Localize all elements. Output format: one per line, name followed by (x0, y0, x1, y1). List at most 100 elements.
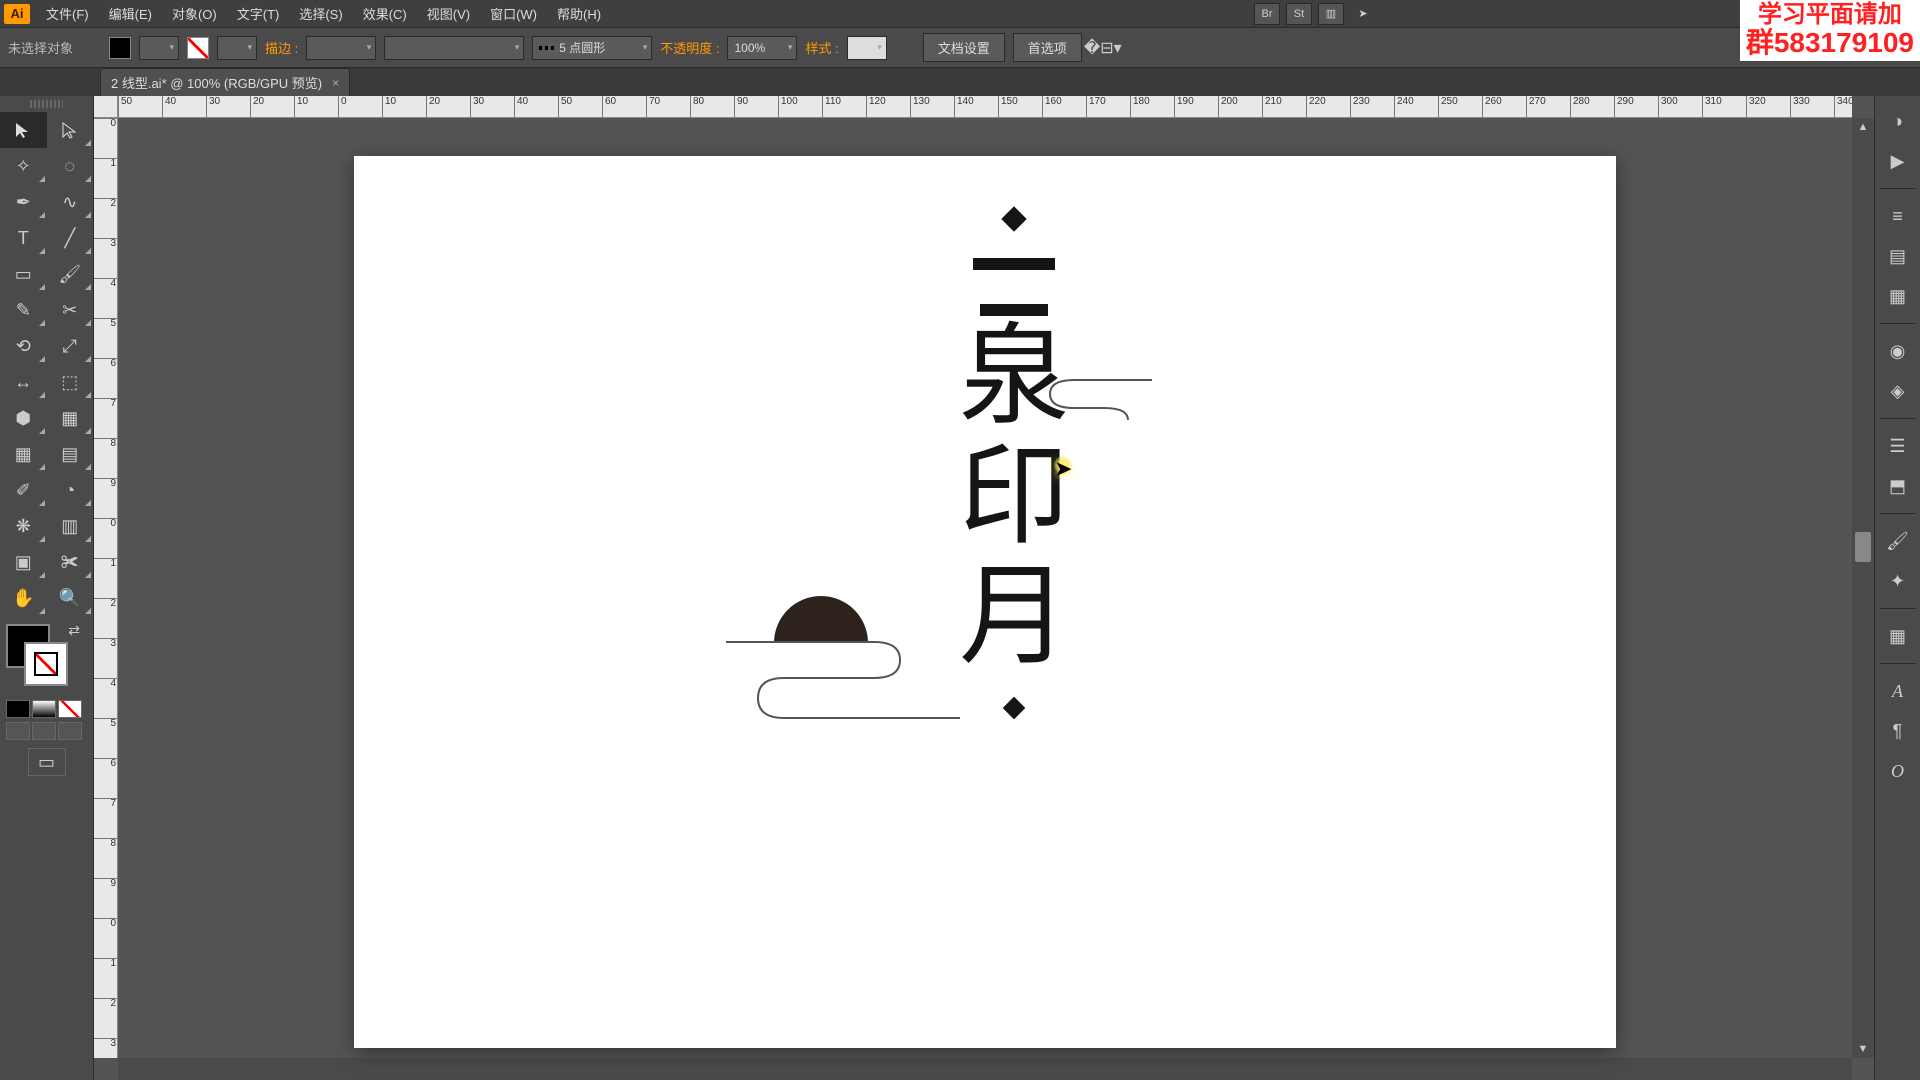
ornament-bar-2 (980, 304, 1048, 316)
shaper-tool[interactable]: ✎ (0, 292, 47, 328)
tools-grip[interactable] (30, 100, 63, 108)
ruler-origin[interactable] (94, 96, 118, 118)
fill-swatch[interactable] (109, 37, 131, 59)
scroll-down-icon[interactable]: ▼ (1852, 1040, 1874, 1058)
paintbrush-tool[interactable]: 🖌 (47, 256, 94, 292)
panel-transparency-icon[interactable]: ▦ (1883, 281, 1913, 311)
panel-color-guide-icon[interactable]: ▶ (1883, 146, 1913, 176)
close-tab-icon[interactable]: × (332, 76, 339, 90)
direct-selection-tool[interactable] (47, 112, 94, 148)
opacity-input[interactable]: 100% (727, 36, 797, 60)
tools-panel: ✧◌ ✒∿ T╱ ▭🖌 ✎✂ ⟲⤢ ↔⬚ ⬢▦ ▦▤ ✐◔ ❋▥ ▣✀ ✋🔍 ⇄… (0, 96, 94, 1080)
align-flyout-icon[interactable]: �⊟▾ (1090, 37, 1116, 59)
perspective-tool[interactable]: ▦ (47, 400, 94, 436)
pen-tool[interactable]: ✒ (0, 184, 47, 220)
preferences-button[interactable]: 首选项 (1013, 33, 1082, 62)
artboard-tool[interactable]: ▣ (0, 544, 47, 580)
document-tab[interactable]: 2 线型.ai* @ 100% (RGB/GPU 预览) × (100, 68, 350, 96)
symbol-sprayer-tool[interactable]: ❋ (0, 508, 47, 544)
panel-brushes-icon[interactable]: 🖌 (1883, 526, 1913, 556)
menu-edit[interactable]: 编辑(E) (99, 0, 162, 27)
ornament-bar-1 (973, 258, 1055, 270)
stroke-color-box[interactable] (24, 642, 68, 686)
blend-tool[interactable]: ◔ (47, 472, 94, 508)
panel-stroke-icon[interactable]: ≡ (1883, 201, 1913, 231)
eraser-tool[interactable]: ✂ (47, 292, 94, 328)
fill-stroke-control[interactable]: ⇄ (2, 622, 92, 692)
curvature-tool[interactable]: ∿ (47, 184, 94, 220)
stroke-weight-input[interactable] (306, 36, 376, 60)
slice-tool[interactable]: ✀ (47, 544, 94, 580)
menu-select[interactable]: 选择(S) (289, 0, 352, 27)
graphic-style-dropdown[interactable] (847, 36, 887, 60)
menu-view[interactable]: 视图(V) (417, 0, 480, 27)
panel-color-icon[interactable]: ◑ (1883, 106, 1913, 136)
color-mode-solid[interactable] (6, 700, 30, 718)
panel-symbols-icon[interactable]: ✦ (1883, 566, 1913, 596)
scrollbar-vertical[interactable]: ▲ ▼ (1852, 118, 1874, 1058)
menu-window[interactable]: 窗口(W) (480, 0, 547, 27)
hand-tool[interactable]: ✋ (0, 580, 47, 616)
eyedropper-tool[interactable]: ✐ (0, 472, 47, 508)
swap-fill-stroke-icon[interactable]: ⇄ (68, 622, 80, 639)
artwork-group: 泉 印 月 (959, 210, 1069, 716)
brush-dropdown[interactable] (384, 36, 524, 60)
watermark-overlay: 学习平面请加 群583179109 (1740, 0, 1920, 61)
menu-help[interactable]: 帮助(H) (547, 0, 611, 27)
dash-profile-dropdown[interactable]: 5 点圆形 (532, 36, 652, 60)
menu-effect[interactable]: 效果(C) (353, 0, 417, 27)
gradient-tool[interactable]: ▤ (47, 436, 94, 472)
menu-file[interactable]: 文件(F) (36, 0, 99, 27)
panel-swatches-icon[interactable]: ▦ (1883, 621, 1913, 651)
panel-gradient-icon[interactable]: ▤ (1883, 241, 1913, 271)
scroll-thumb-v[interactable] (1855, 532, 1871, 562)
menubar: Ai 文件(F) 编辑(E) 对象(O) 文字(T) 选择(S) 效果(C) 视… (0, 0, 1920, 28)
bridge-button[interactable]: Br (1254, 3, 1280, 25)
magic-wand-tool[interactable]: ✧ (0, 148, 47, 184)
color-mode-none[interactable] (58, 700, 82, 718)
rectangle-tool[interactable]: ▭ (0, 256, 47, 292)
free-transform-tool[interactable]: ⬚ (47, 364, 94, 400)
zoom-tool[interactable]: 🔍 (47, 580, 94, 616)
style-label: 样式 : (805, 38, 838, 57)
line-tool[interactable]: ╱ (47, 220, 94, 256)
fill-dropdown[interactable] (139, 36, 179, 60)
screen-mode-full[interactable] (32, 722, 56, 740)
scrollbar-horizontal[interactable] (118, 1058, 1852, 1080)
stock-button[interactable]: St (1286, 3, 1312, 25)
screen-mode-normal[interactable] (6, 722, 30, 740)
panel-graphic-styles-icon[interactable]: ◈ (1883, 376, 1913, 406)
scroll-up-icon[interactable]: ▲ (1852, 118, 1874, 136)
color-mode-gradient[interactable] (32, 700, 56, 718)
glyph-3: 月 (959, 562, 1069, 672)
width-tool[interactable]: ↔ (0, 364, 47, 400)
type-tool[interactable]: T (0, 220, 47, 256)
ruler-horizontal[interactable]: 5040302010010203040506070809010011012013… (118, 96, 1852, 118)
panel-libraries-icon[interactable]: ⬒ (1883, 471, 1913, 501)
scale-tool[interactable]: ⤢ (47, 328, 94, 364)
panel-appearance-icon[interactable]: ◉ (1883, 336, 1913, 366)
panel-paragraph-icon[interactable]: ¶ (1883, 716, 1913, 746)
panel-character-icon[interactable]: A (1883, 676, 1913, 706)
panel-layers-icon[interactable]: ☰ (1883, 431, 1913, 461)
panel-opentype-icon[interactable]: O (1883, 756, 1913, 786)
lasso-tool[interactable]: ◌ (47, 148, 94, 184)
stroke-swatch[interactable] (187, 37, 209, 59)
menu-type[interactable]: 文字(T) (227, 0, 290, 27)
rotate-tool[interactable]: ⟲ (0, 328, 47, 364)
document-setup-button[interactable]: 文档设置 (923, 33, 1005, 62)
mesh-tool[interactable]: ▦ (0, 436, 47, 472)
ruler-vertical[interactable]: 012345678901234567890123 (94, 118, 118, 1058)
screen-mode-presentation[interactable] (58, 722, 82, 740)
shape-builder-tool[interactable]: ⬢ (0, 400, 47, 436)
document-tab-title: 2 线型.ai* @ 100% (RGB/GPU 预览) (111, 73, 322, 92)
edit-toolbar-button[interactable]: ▭ (28, 748, 66, 776)
watermark-line1: 学习平面请加 (1746, 2, 1914, 28)
gpu-rocket-icon[interactable]: ➤ (1350, 3, 1376, 25)
selection-tool[interactable] (0, 112, 47, 148)
stroke-dropdown[interactable] (217, 36, 257, 60)
arrange-docs-button[interactable]: ▥ (1318, 3, 1344, 25)
graph-tool[interactable]: ▥ (47, 508, 94, 544)
artboard[interactable]: 泉 印 月 ➤ (354, 156, 1616, 1048)
menu-object[interactable]: 对象(O) (162, 0, 227, 27)
